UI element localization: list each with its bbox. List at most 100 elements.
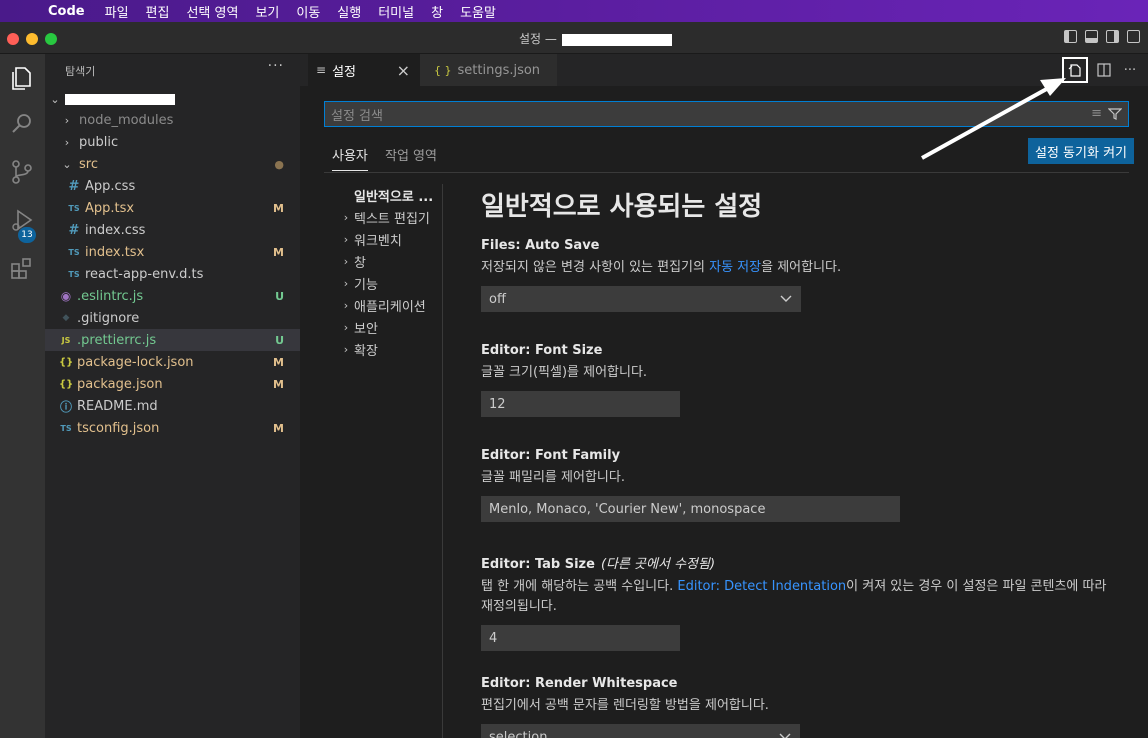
toggle-secondary-sidebar-icon[interactable] bbox=[1106, 30, 1119, 43]
explorer-sidebar: 탐색기 ··· ⌄ › node_modules › public ⌄ src … bbox=[45, 54, 300, 738]
desc-text: 탭 한 개에 해당하는 공백 수입니다. bbox=[481, 579, 678, 594]
auto-save-link[interactable]: 자동 저장 bbox=[709, 260, 761, 275]
menu-help[interactable]: 도움말 bbox=[460, 2, 496, 21]
tab-size-input[interactable]: 4 bbox=[481, 625, 680, 651]
tree-item-index-tsx[interactable]: TS index.tsx M bbox=[45, 241, 300, 263]
tree-item-tsconfig[interactable]: TS tsconfig.json M bbox=[45, 417, 300, 439]
json-file-icon: {} bbox=[59, 378, 74, 390]
menu-file[interactable]: 파일 bbox=[105, 2, 129, 21]
minimize-window-button[interactable] bbox=[26, 33, 38, 45]
tree-item-react-app-env[interactable]: TS react-app-env.d.ts bbox=[45, 263, 300, 285]
turn-on-settings-sync-button[interactable]: 설정 동기화 켜기 bbox=[1028, 138, 1134, 164]
toc-item-window[interactable]: › 창 bbox=[340, 250, 440, 272]
chevron-right-icon: › bbox=[64, 113, 70, 127]
toc-item-commonly-used[interactable]: 일반적으로 ... bbox=[340, 184, 440, 206]
workspace-root[interactable]: ⌄ bbox=[45, 88, 300, 110]
toc-item-text-editor[interactable]: › 텍스트 편집기 bbox=[340, 206, 440, 228]
tree-item-readme[interactable]: ⓘ README.md bbox=[45, 395, 300, 417]
render-whitespace-select[interactable]: selection bbox=[481, 724, 800, 738]
explorer-icon[interactable] bbox=[8, 64, 36, 92]
toc-item-workbench[interactable]: › 워크벤치 bbox=[340, 228, 440, 250]
redacted-title bbox=[562, 34, 672, 46]
window-title: 설정 — bbox=[519, 32, 557, 46]
toc-item-security[interactable]: › 보안 bbox=[340, 316, 440, 338]
close-tab-icon[interactable]: × bbox=[397, 61, 410, 80]
setting-description: 저장되지 않은 변경 사항이 있는 편집기의 자동 저장을 제어합니다. bbox=[481, 258, 1121, 278]
tree-item-label: App.tsx bbox=[85, 200, 135, 216]
close-window-button[interactable] bbox=[7, 33, 19, 45]
toc-item-extensions[interactable]: › 확장 bbox=[340, 338, 440, 360]
tree-item-label: package-lock.json bbox=[77, 354, 194, 370]
tab-settings-json[interactable]: { } settings.json bbox=[420, 54, 557, 86]
tree-item-src[interactable]: ⌄ src ● bbox=[45, 153, 300, 175]
open-file-icon bbox=[1068, 64, 1081, 77]
customize-layout-icon[interactable] bbox=[1127, 30, 1140, 43]
more-actions-icon[interactable]: ··· bbox=[268, 58, 284, 74]
tree-item-node-modules[interactable]: › node_modules bbox=[45, 109, 300, 131]
menu-app-name[interactable]: Code bbox=[48, 4, 85, 19]
tree-item-eslintrc[interactable]: ◉ .eslintrc.js U bbox=[45, 285, 300, 307]
typescript-config-icon: TS bbox=[60, 423, 72, 433]
chevron-right-icon: › bbox=[343, 232, 349, 246]
tree-item-package-json[interactable]: {} package.json M bbox=[45, 373, 300, 395]
toc-label: 텍스트 편집기 bbox=[354, 211, 430, 227]
menu-window[interactable]: 창 bbox=[431, 2, 443, 21]
tree-item-label: index.css bbox=[85, 222, 146, 238]
menu-selection[interactable]: 선택 영역 bbox=[186, 2, 238, 21]
open-settings-json-button[interactable] bbox=[1062, 57, 1088, 83]
run-debug-icon[interactable] bbox=[8, 206, 36, 234]
more-actions-icon[interactable]: ··· bbox=[1120, 60, 1140, 80]
input-value: Menlo, Monaco, 'Courier New', monospace bbox=[489, 501, 766, 517]
split-editor-icon[interactable] bbox=[1094, 60, 1114, 80]
toggle-sidebar-icon[interactable] bbox=[1064, 30, 1077, 43]
toc-item-features[interactable]: › 기능 bbox=[340, 272, 440, 294]
filter-icon[interactable] bbox=[1108, 107, 1122, 121]
menu-run[interactable]: 실행 bbox=[337, 2, 361, 21]
tree-item-prettierrc[interactable]: JS .prettierrc.js U bbox=[45, 329, 300, 351]
desc-text: 저장되지 않은 변경 사항이 있는 편집기의 bbox=[481, 260, 710, 275]
setting-title: Files: Auto Save bbox=[481, 238, 1121, 253]
tree-item-public[interactable]: › public bbox=[45, 131, 300, 153]
menu-terminal[interactable]: 터미널 bbox=[378, 2, 414, 21]
search-icon[interactable] bbox=[8, 110, 36, 138]
setting-category: Editor: bbox=[481, 448, 531, 463]
menu-edit[interactable]: 편집 bbox=[146, 2, 170, 21]
chevron-right-icon: › bbox=[343, 298, 349, 312]
source-control-icon[interactable] bbox=[8, 158, 36, 186]
select-value: selection bbox=[489, 729, 548, 738]
detect-indentation-link[interactable]: Editor: Detect Indentation bbox=[677, 579, 846, 594]
extensions-icon[interactable] bbox=[8, 254, 36, 282]
setting-title: Editor: Tab Size (다른 곳에서 수정됨) bbox=[481, 553, 1121, 572]
scope-tab-workspace[interactable]: 작업 영역 bbox=[385, 145, 437, 170]
tree-item-app-css[interactable]: # App.css bbox=[45, 175, 300, 197]
git-status-badge: U bbox=[275, 333, 284, 347]
tree-item-index-css[interactable]: # index.css bbox=[45, 219, 300, 241]
chevron-right-icon: › bbox=[343, 342, 349, 356]
clear-filter-icon[interactable]: ≡ bbox=[1091, 106, 1102, 121]
input-value: 4 bbox=[489, 630, 498, 646]
font-size-input[interactable]: 12 bbox=[481, 391, 680, 417]
scope-tab-user[interactable]: 사용자 bbox=[332, 145, 368, 171]
toc-label: 워크벤치 bbox=[354, 233, 402, 249]
tree-item-label: .eslintrc.js bbox=[77, 288, 144, 304]
zoom-window-button[interactable] bbox=[45, 33, 57, 45]
tree-item-label: public bbox=[79, 134, 119, 150]
tree-item-app-tsx[interactable]: TS App.tsx M bbox=[45, 197, 300, 219]
toc-item-application[interactable]: › 애플리케이션 bbox=[340, 294, 440, 316]
toggle-panel-icon[interactable] bbox=[1085, 30, 1098, 43]
settings-search-input[interactable]: 설정 검색 ≡ bbox=[324, 101, 1129, 127]
modified-elsewhere-indicator[interactable]: (다른 곳에서 수정됨) bbox=[601, 557, 715, 572]
activity-bar: 13 bbox=[0, 54, 45, 738]
menu-view[interactable]: 보기 bbox=[255, 2, 279, 21]
setting-title: Editor: Font Family bbox=[481, 448, 1121, 463]
git-status-badge: M bbox=[273, 245, 284, 259]
tab-settings[interactable]: ≡ 설정 × bbox=[308, 54, 420, 86]
menu-go[interactable]: 이동 bbox=[296, 2, 320, 21]
css-file-icon: # bbox=[68, 222, 80, 238]
auto-save-select[interactable]: off bbox=[481, 286, 801, 312]
setting-name: Auto Save bbox=[525, 238, 600, 253]
font-family-input[interactable]: Menlo, Monaco, 'Courier New', monospace bbox=[481, 496, 900, 522]
tree-item-package-lock[interactable]: {} package-lock.json M bbox=[45, 351, 300, 373]
tree-item-label: tsconfig.json bbox=[77, 420, 160, 436]
tree-item-gitignore[interactable]: ◆ .gitignore bbox=[45, 307, 300, 329]
